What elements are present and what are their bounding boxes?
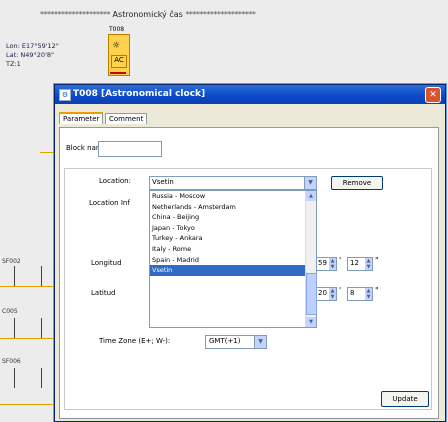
chevron-down-icon[interactable]: ▼ (254, 336, 266, 348)
block-output-marker (110, 72, 126, 74)
list-item-selected[interactable]: Vsetin (150, 265, 316, 276)
timezone-value: GMT(+1) (209, 337, 241, 345)
remove-button[interactable]: Remove (331, 176, 383, 190)
parameter-panel: Block name Location: Vsetin ▼ Remove Loc… (59, 127, 439, 419)
list-item[interactable]: Italy - Rome (150, 244, 316, 255)
chevron-down-icon[interactable]: ▼ (304, 177, 316, 189)
title-stars-right: ******************** (185, 10, 256, 19)
scroll-up-icon[interactable]: ▲ (306, 191, 316, 201)
scroll-thumb[interactable] (306, 273, 317, 315)
minute-unit: ' (339, 286, 342, 295)
close-icon[interactable]: ✕ (425, 87, 441, 103)
bg-label-sf006: SF006 (2, 358, 21, 365)
list-scrollbar[interactable]: ▲ ▼ (305, 191, 317, 327)
bg-label-c005: C005 (2, 308, 18, 315)
list-item[interactable]: Japan - Tokyo (150, 223, 316, 234)
list-item[interactable]: Spain - Madrid (150, 255, 316, 266)
ladder-contact (14, 368, 42, 388)
latitude-label: Latitud (91, 289, 116, 297)
ladder-line (0, 286, 54, 287)
location-select[interactable]: Vsetin ▼ (149, 176, 317, 190)
timezone-select[interactable]: GMT(+1) ▼ (205, 335, 267, 349)
latitude-minutes-stepper[interactable]: 8 ▲ ▼ (347, 287, 373, 301)
dialog-titlebar[interactable]: ⚙ T008 [Astronomical clock] ✕ (55, 85, 445, 104)
bg-lon: Lon: E17°59'12" (6, 42, 59, 50)
ladder-contact (14, 266, 42, 286)
timezone-label: Time Zone (E+; W-): (99, 337, 171, 345)
tab-comment[interactable]: Comment (104, 113, 148, 124)
block-label: T008 (109, 26, 125, 33)
location-label: Location: (99, 177, 131, 185)
location-dropdown-list[interactable]: Russia - Moscow Netherlands - Amsterdam … (149, 190, 317, 328)
location-value: Vsetin (152, 178, 174, 186)
clock-block[interactable]: T008 ☼ AC (108, 26, 130, 76)
minute-unit: ' (339, 256, 342, 265)
location-info-label: Location Inf (89, 199, 130, 207)
list-item[interactable]: Russia - Moscow (150, 191, 316, 202)
scroll-down-icon[interactable]: ▼ (306, 317, 316, 327)
spin-arrows-icon[interactable]: ▲ ▼ (329, 258, 336, 270)
block-ac: AC (111, 55, 127, 68)
second-unit: " (375, 286, 379, 295)
list-item[interactable]: China - Beijing (150, 212, 316, 223)
bg-tz: TZ:1 (6, 60, 21, 68)
second-unit: " (375, 256, 379, 265)
title-stars-left: ******************** (40, 10, 111, 19)
background-title: ******************** Astronomický čas **… (40, 10, 380, 19)
list-item[interactable]: Netherlands - Amsterdam (150, 202, 316, 213)
bg-lat: Lat: N49°20'8" (6, 51, 54, 59)
tab-parameter[interactable]: Parameter (59, 112, 104, 124)
tab-bar: Parameter Comment (59, 112, 148, 126)
ladder-contact (14, 318, 42, 338)
latitude-degrees-value: 20 (318, 289, 327, 297)
spin-arrows-icon[interactable]: ▲ ▼ (329, 288, 336, 300)
clock-icon: ⚙ (59, 89, 71, 101)
longitude-label: Longitud (91, 259, 122, 267)
longitude-minutes-value: 12 (350, 259, 359, 267)
dialog-title: T008 [Astronomical clock] (73, 89, 206, 99)
title-text: Astronomický čas (112, 10, 183, 19)
update-button[interactable]: Update (381, 391, 429, 407)
longitude-degrees-value: 59 (318, 259, 327, 267)
location-group: Location: Vsetin ▼ Remove Location Inf L… (64, 168, 432, 410)
spin-arrows-icon[interactable]: ▲ ▼ (365, 258, 372, 270)
connector-line (40, 152, 54, 153)
longitude-degrees-stepper[interactable]: 59 ▲ ▼ (315, 257, 337, 271)
astronomical-clock-dialog: ⚙ T008 [Astronomical clock] ✕ Parameter … (54, 84, 446, 422)
bg-label-sf002: SF002 (2, 258, 21, 265)
ladder-line (0, 404, 54, 405)
spin-arrows-icon[interactable]: ▲ ▼ (365, 288, 372, 300)
list-item[interactable]: Turkey - Ankara (150, 233, 316, 244)
clock-block-icon: ☼ (112, 41, 121, 51)
latitude-minutes-value: 8 (350, 289, 355, 297)
longitude-minutes-stepper[interactable]: 12 ▲ ▼ (347, 257, 373, 271)
ladder-line (0, 338, 54, 339)
latitude-degrees-stepper[interactable]: 20 ▲ ▼ (315, 287, 337, 301)
block-name-input[interactable] (98, 141, 162, 157)
